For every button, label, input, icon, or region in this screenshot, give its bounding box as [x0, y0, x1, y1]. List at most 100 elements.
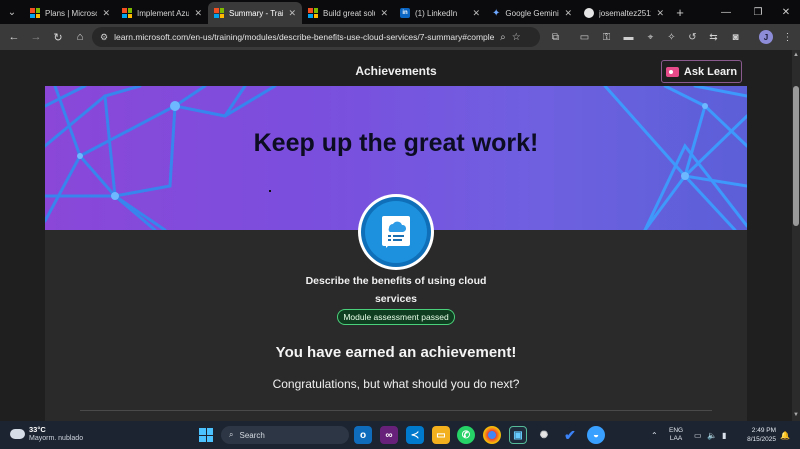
clock-date: 8/15/2025 [747, 436, 776, 443]
scroll-thumb[interactable] [793, 86, 799, 226]
reload-icon[interactable]: ↻ [47, 26, 69, 48]
tab-google-gemini[interactable]: ✦ Google Gemini ✕ [486, 2, 578, 24]
tab-implement-azure[interactable]: Implement Azure ✕ [116, 2, 208, 24]
page-header: Achievements Ask Learn [0, 50, 792, 86]
clock-time: 2:49 PM [751, 427, 776, 434]
tab-title: Plans | Microsoft [45, 8, 98, 18]
banner-heading: Keep up the great work! [253, 129, 539, 157]
back-icon[interactable]: ← [3, 26, 25, 48]
history-icon[interactable]: ↺ [683, 24, 702, 50]
microsoft-icon [308, 8, 318, 18]
module-badge [358, 194, 434, 270]
tab-title: Build great solutions [323, 8, 375, 18]
docker-icon[interactable]: ◒ [587, 426, 605, 444]
badge-inner [365, 201, 427, 263]
tab-github[interactable]: josemaltez2511 ✕ [578, 2, 670, 24]
close-tab-icon[interactable]: ✕ [194, 8, 202, 19]
taskbar-search-box[interactable]: ⌕ Search [221, 426, 349, 444]
microsoft-icon [122, 8, 132, 18]
payment-card-icon[interactable]: ▬ [619, 24, 638, 50]
tab-summary-training[interactable]: Summary - Training ✕ [208, 2, 302, 24]
bookmark-star-icon[interactable]: ☆ [512, 32, 521, 43]
close-tab-icon[interactable]: ✕ [564, 8, 572, 19]
language-indicator[interactable]: ENG LAA [669, 427, 683, 443]
volume-icon[interactable]: 🔈 [707, 421, 717, 449]
tab-linkedin[interactable]: in (1) LinkedIn ✕ [394, 2, 486, 24]
status-badge: Module assessment passed [337, 309, 455, 325]
forward-icon[interactable]: → [25, 26, 47, 48]
module-title: Describe the benefits of using cloud ser… [305, 275, 487, 305]
system-clock[interactable]: 2:49 PM 8/15/2025 [736, 426, 776, 444]
page-viewport: Achievements Ask Learn Keep up the great… [0, 50, 792, 421]
github-icon [584, 8, 594, 18]
tab-title: Implement Azure [137, 8, 190, 18]
congrats-text: Congratulations, but what should you do … [272, 377, 520, 391]
sparkle-icon[interactable]: ✧ [662, 24, 681, 50]
tab-title: (1) LinkedIn [415, 8, 458, 18]
tab-build-great-solutions[interactable]: Build great solutions ✕ [302, 2, 394, 24]
password-key-icon[interactable]: ⚿ [597, 24, 616, 50]
zoom-icon[interactable]: ⌕ [500, 32, 506, 43]
new-tab-button[interactable]: + [670, 5, 690, 20]
achievement-card: Keep up the great work! Describe the ben… [45, 86, 747, 421]
visual-studio-icon[interactable]: ∞ [380, 426, 398, 444]
weather-widget[interactable]: 33°C Mayorm. nublado [8, 425, 84, 443]
close-tab-icon[interactable]: ✕ [102, 8, 110, 19]
search-icon: ⌕ [229, 430, 234, 439]
cloud-document-icon [382, 216, 410, 248]
location-pin-icon[interactable]: ⌖ [641, 24, 660, 50]
cast-icon[interactable]: ▭ [575, 24, 594, 50]
microsoft-icon [30, 8, 40, 18]
notification-bell-icon[interactable]: 🔔 [780, 421, 790, 449]
profile-avatar[interactable]: J [759, 30, 773, 44]
todo-check-icon[interactable]: ✔ [561, 426, 579, 444]
gemini-icon: ✦ [492, 7, 501, 19]
translate-icon[interactable]: ⇆ [704, 24, 723, 50]
outlook-icon[interactable]: o [354, 426, 372, 444]
microsoft-icon [214, 8, 224, 18]
battery-icon[interactable]: ▮ [722, 421, 726, 449]
more-menu-icon[interactable]: ⋮ [778, 24, 797, 50]
home-icon[interactable]: ⌂ [69, 26, 91, 48]
site-info-icon[interactable]: ⚙ [100, 32, 108, 43]
windows-start-icon[interactable] [199, 428, 213, 442]
text-cursor [269, 190, 271, 192]
linkedin-icon: in [400, 8, 410, 18]
tab-plans[interactable]: Plans | Microsoft ✕ [24, 2, 116, 24]
tab-title: Summary - Training [229, 8, 284, 18]
ask-learn-button[interactable]: Ask Learn [661, 60, 742, 83]
close-tab-icon[interactable]: ✕ [288, 8, 296, 19]
lang-code: ENG [669, 427, 684, 434]
chatgpt-icon[interactable]: ✺ [535, 426, 553, 444]
divider [80, 410, 712, 411]
file-explorer-icon[interactable]: ▭ [432, 426, 450, 444]
weather-condition: Mayorm. nublado [29, 435, 84, 442]
close-tab-icon[interactable]: ✕ [656, 8, 664, 19]
extensions-icon[interactable]: ⧉ [546, 24, 565, 50]
windows-taskbar: 33°C Mayorm. nublado ⌕ Search o ∞ ≺ ▭ ✆ … [0, 421, 800, 449]
network-monitor-icon[interactable]: ▭ [694, 421, 702, 449]
tab-search-chevron-icon[interactable]: ⌄ [0, 0, 24, 24]
minimize-button[interactable]: — [712, 0, 740, 24]
restore-button[interactable]: ❐ [744, 0, 772, 24]
close-window-button[interactable]: ✕ [772, 0, 800, 24]
page-scrollbar[interactable]: ▲ ▼ [792, 50, 800, 421]
vscode-icon[interactable]: ≺ [406, 426, 424, 444]
partly-cloudy-icon [8, 426, 25, 439]
chat-bubble-icon [665, 66, 679, 77]
close-tab-icon[interactable]: ✕ [472, 8, 480, 19]
address-bar[interactable]: ⚙ learn.microsoft.com/en-us/training/mod… [92, 27, 540, 47]
tray-overflow-icon[interactable]: ⌃ [651, 421, 658, 449]
temperature: 33°C [29, 425, 46, 434]
chrome-icon[interactable] [483, 426, 501, 444]
close-tab-icon[interactable]: ✕ [380, 8, 388, 19]
screenshot-icon[interactable]: ◙ [726, 24, 745, 50]
scroll-down-icon[interactable]: ▼ [792, 412, 800, 418]
url-text[interactable]: learn.microsoft.com/en-us/training/modul… [114, 32, 494, 42]
achievement-heading: You have earned an achievement! [275, 344, 517, 361]
search-placeholder: Search [239, 430, 265, 440]
terminal-icon[interactable]: ▣ [509, 426, 527, 444]
whatsapp-icon[interactable]: ✆ [457, 426, 475, 444]
tab-title: josemaltez2511 [599, 8, 652, 18]
scroll-up-icon[interactable]: ▲ [792, 52, 800, 58]
